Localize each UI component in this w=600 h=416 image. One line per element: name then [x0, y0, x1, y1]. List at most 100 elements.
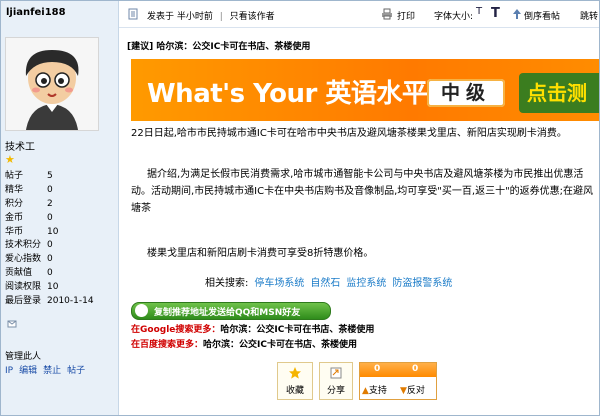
- stat-row: 积分 2: [5, 198, 117, 212]
- google-search-row: 在Google搜索更多：哈尔滨：公交IC卡可在书店、茶楼使用: [131, 322, 374, 335]
- banner-button[interactable]: 点击测: [519, 73, 599, 113]
- related-label: 相关搜索:: [205, 278, 249, 289]
- stat-value: 10: [47, 226, 59, 237]
- avatar[interactable]: [5, 37, 99, 131]
- message-icon[interactable]: [7, 319, 17, 329]
- support-label: 支持: [368, 386, 387, 396]
- google-search-link[interactable]: 哈尔滨：公交IC卡可在书店、茶楼使用: [220, 325, 374, 335]
- baidu-search-link[interactable]: 哈尔滨：公交IC卡可在书店、茶楼使用: [203, 340, 357, 350]
- favorite-label: 收藏: [285, 386, 304, 396]
- star-icon: ★: [5, 153, 15, 166]
- oppose-count: 0: [412, 364, 419, 374]
- stat-value: 0: [47, 240, 53, 251]
- admin-label: 管理此人: [5, 352, 42, 362]
- post-toolbar: 发表于 半小时前 | 只看该作者 打印 字体大小: T T 倒序看帖 跳转: [119, 1, 599, 28]
- vote-counts-bar: [360, 363, 436, 377]
- stat-row: 爱心指数 0: [5, 253, 117, 267]
- stat-label: 精华: [5, 184, 24, 195]
- stat-row: 精华 0: [5, 184, 117, 198]
- stat-row: 最后登录 2010-1-14: [5, 295, 117, 309]
- stat-label: 贡献值: [5, 268, 33, 279]
- related-link-alarm[interactable]: 防盗报警系统: [392, 278, 452, 289]
- font-small-button[interactable]: T: [476, 6, 482, 17]
- banner-level: 中级: [427, 79, 505, 107]
- stat-label: 爱心指数: [5, 254, 42, 265]
- stat-label: 金币: [5, 212, 24, 223]
- print-icon[interactable]: [381, 8, 393, 20]
- stat-row: 贡献值 0: [5, 267, 117, 281]
- support-count: 0: [374, 364, 381, 374]
- reverse-icon: [513, 9, 521, 19]
- jump-link[interactable]: 跳转: [580, 9, 598, 22]
- stat-label: 阅读权限: [5, 282, 42, 293]
- post-tag: [建议]: [127, 42, 154, 52]
- stat-value: 0: [47, 212, 53, 223]
- font-size-label: 字体大小:: [434, 12, 474, 22]
- oppose-label: 反对: [406, 386, 425, 396]
- baidu-search-row: 在百度搜索更多：哈尔滨：公交IC卡可在书店、茶楼使用: [131, 337, 357, 350]
- only-author-link[interactable]: 只看该作者: [230, 12, 275, 22]
- support-button[interactable]: ▲支持: [362, 383, 387, 396]
- post-paragraph-2-text: 据介绍,为满足长假市民消费需求,哈市城市通智能卡公司与中央书店及避风塘茶楼为市民…: [131, 169, 594, 214]
- stat-value: 5: [47, 171, 53, 181]
- stat-label: 技术积分: [5, 240, 42, 251]
- vote-box: 0 0 ▲支持 ▼反对: [359, 362, 437, 400]
- stat-value: 10: [47, 282, 59, 293]
- share-to-qq-msn-button[interactable]: 复制推荐地址发送给QQ和MSN好友: [131, 302, 331, 320]
- author-sidebar: ljianfei188 技术工 ★ 帖子 5 精华 0 积分 2 金币 0 华币 10 技术积分 0 爱…: [1, 1, 119, 415]
- related-search: 相关搜索: 停车场系统 自然石 监控系统 防盗报警系统: [205, 274, 458, 289]
- post-paragraph-3: 楼果戈里店和新阳店刷卡消费可享受8折特惠价格。: [147, 248, 374, 259]
- stat-value: 2010-1-14: [47, 296, 94, 307]
- document-icon: [128, 8, 138, 20]
- share-label: 分享: [326, 386, 345, 396]
- ad-banner[interactable]: What's Your 英语水平 中级 点击测: [131, 59, 599, 121]
- stat-row: 华币 10: [5, 226, 117, 240]
- share-icon: [135, 304, 148, 317]
- thumb-down-icon: ▼: [400, 386, 407, 396]
- admin-link-edit[interactable]: 编辑: [19, 366, 37, 376]
- admin-links: IP 编辑 禁止 帖子: [5, 363, 91, 376]
- admin-link-ban[interactable]: 禁止: [43, 366, 61, 376]
- stat-label: 最后登录: [5, 296, 42, 307]
- stat-value: 0: [47, 184, 53, 195]
- related-link-stone[interactable]: 自然石: [310, 278, 340, 289]
- post-title-text: 哈尔滨：公交IC卡可在书店、茶楼使用: [156, 42, 311, 52]
- post-paragraph-2: 据介绍,为满足长假市民消费需求,哈市城市通智能卡公司与中央书店及避风塘茶楼为市民…: [131, 166, 597, 217]
- stat-value: 0: [47, 268, 53, 279]
- user-rank: 技术工: [5, 142, 35, 153]
- related-link-monitor[interactable]: 监控系统: [346, 278, 386, 289]
- stat-row: 技术积分 0: [5, 239, 117, 253]
- admin-link-ip[interactable]: IP: [5, 366, 13, 376]
- print-link[interactable]: 打印: [397, 9, 415, 22]
- posted-time: 发表于 半小时前: [147, 12, 213, 22]
- stat-value: 2: [47, 198, 53, 209]
- related-link-parking[interactable]: 停车场系统: [254, 278, 304, 289]
- post-main: 发表于 半小时前 | 只看该作者 打印 字体大小: T T 倒序看帖 跳转 [建…: [119, 1, 599, 415]
- admin-link-posts[interactable]: 帖子: [67, 366, 85, 376]
- stat-row: 金币 0: [5, 212, 117, 226]
- share-page-icon: [330, 367, 342, 379]
- stat-value: 0: [47, 254, 53, 265]
- user-stats: 帖子 5 精华 0 积分 2 金币 0 华币 10 技术积分 0 爱心指数 0 贡献值 0 阅读权限 10 最后登录…: [5, 170, 117, 309]
- share-button[interactable]: 分享: [319, 362, 353, 400]
- stat-label: 积分: [5, 198, 24, 209]
- post-title: [建议] 哈尔滨：公交IC卡可在书店、茶楼使用: [127, 39, 310, 52]
- oppose-button[interactable]: ▼反对: [400, 383, 425, 396]
- thumb-up-icon: ▲: [362, 386, 369, 396]
- font-large-button[interactable]: T: [491, 6, 500, 21]
- baidu-search-prefix: 在百度搜索更多：: [131, 340, 204, 350]
- meta-separator: |: [219, 12, 223, 22]
- star-icon: [289, 367, 301, 379]
- google-search-prefix: 在Google搜索更多：: [131, 325, 221, 335]
- post-paragraph-1: 22日日起,哈市市民持城市通IC卡可在哈市中央书店及避风塘茶楼果戈里店、新阳店实…: [131, 128, 567, 139]
- stat-row: 帖子 5: [5, 170, 117, 184]
- favorite-button[interactable]: 收藏: [277, 362, 313, 400]
- stat-label: 华币: [5, 226, 24, 237]
- author-name[interactable]: ljianfei188: [6, 7, 66, 18]
- stat-row: 阅读权限 10: [5, 281, 117, 295]
- post-meta: 发表于 半小时前 | 只看该作者: [147, 9, 275, 22]
- avatar-image: [6, 38, 98, 130]
- share-button-label: 复制推荐地址发送给QQ和MSN好友: [154, 308, 301, 318]
- stat-label: 帖子: [5, 171, 24, 181]
- reverse-order-link[interactable]: 倒序看帖: [524, 9, 560, 22]
